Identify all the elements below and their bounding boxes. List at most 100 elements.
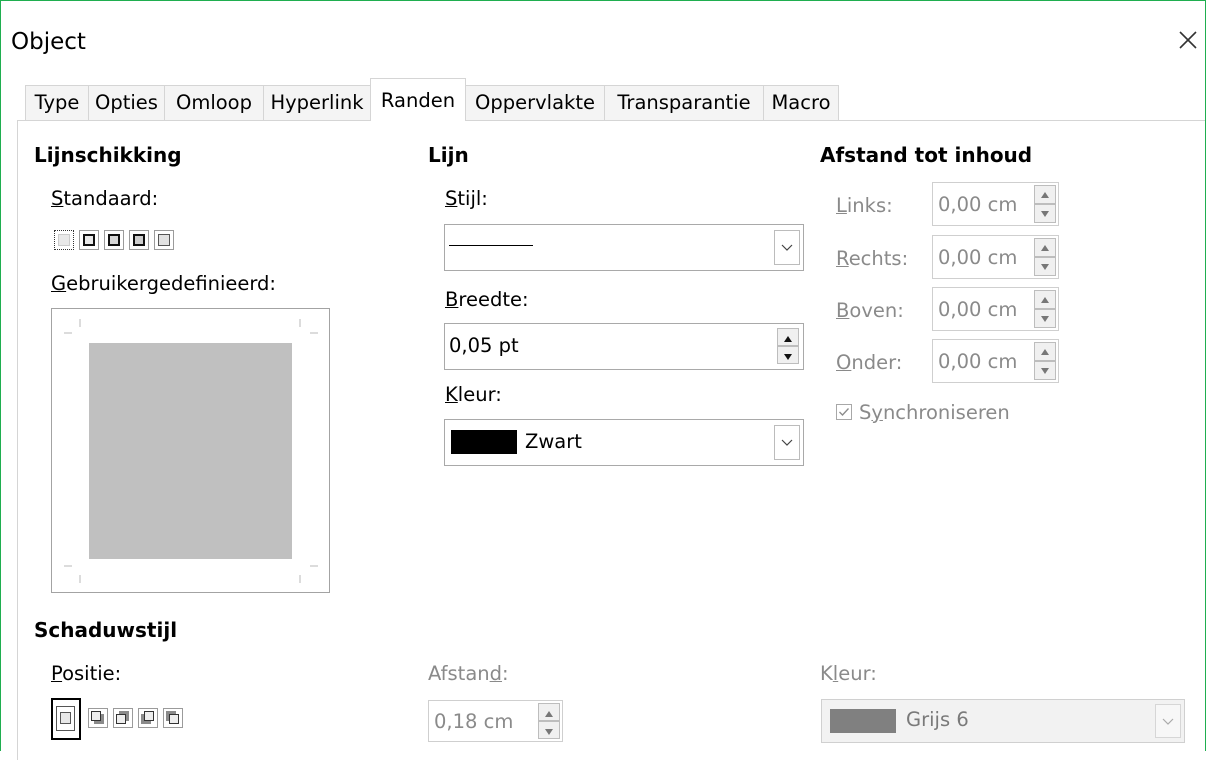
shadow-distance-text: : xyxy=(502,662,509,685)
shadow-bl-glyph xyxy=(144,711,154,721)
user-defined-label-text: ebruikergedefinieerd: xyxy=(66,272,276,295)
spacing-bottom-mnemonic: O xyxy=(836,351,852,374)
tab-macro[interactable]: Macro xyxy=(763,85,839,120)
line-color-label: Kleur: xyxy=(445,382,502,408)
spacing-heading: Afstand tot inhoud xyxy=(820,143,1033,167)
spacing-bottom-increment[interactable] xyxy=(1034,342,1056,361)
shadow-position-text: ositie: xyxy=(62,662,122,685)
spin-down-icon xyxy=(1041,368,1049,374)
preset-outer[interactable] xyxy=(79,230,99,250)
shadow-distance-mnemonic: d xyxy=(489,662,503,685)
line-width-field[interactable]: 0,05 pt xyxy=(444,323,804,370)
spacing-left-mnemonic: L xyxy=(836,194,847,217)
dialog-title: Object xyxy=(11,29,86,55)
chevron-down-icon xyxy=(1162,718,1174,725)
spin-up-icon xyxy=(1041,297,1049,303)
spin-down-icon xyxy=(1041,316,1049,322)
shadow-distance-label: Afstand: xyxy=(428,661,509,687)
width-label: Breedte: xyxy=(445,287,529,313)
shadow-color-swatch xyxy=(830,709,896,733)
shadow-preset-top-right[interactable] xyxy=(113,708,133,728)
line-arrangement-heading: Lijnschikking xyxy=(34,143,182,167)
spin-up-icon xyxy=(1041,192,1049,198)
tab-transparantie[interactable]: Transparantie xyxy=(604,85,764,120)
tab-type[interactable]: Type xyxy=(25,85,89,120)
shadow-distance-increment[interactable] xyxy=(538,703,560,721)
preset-outer-inner-glyph xyxy=(108,234,120,246)
line-width-spinner xyxy=(777,328,799,365)
line-color-label-text: leur: xyxy=(457,383,502,406)
spin-up-icon xyxy=(784,336,792,342)
user-defined-label: Gebruikergedefinieerd: xyxy=(51,271,276,297)
shadow-color-pre: K xyxy=(820,662,833,685)
shadow-color-dropdown[interactable]: Grijs 6 xyxy=(821,699,1185,743)
synchronize-label-mnemonic: y xyxy=(871,401,883,424)
shadow-distance-field[interactable]: 0,18 cm xyxy=(428,700,563,742)
spacing-right-text: echts: xyxy=(848,247,909,270)
preset-outer-no-inner[interactable] xyxy=(154,230,174,250)
shadow-distance-decrement[interactable] xyxy=(538,721,560,739)
line-width-increment[interactable] xyxy=(777,328,799,346)
line-color-value: Zwart xyxy=(525,430,582,453)
shadow-distance-pre: Afstan xyxy=(428,662,490,685)
spacing-left-text: inks: xyxy=(846,194,893,217)
spacing-right-spinner xyxy=(1034,238,1056,276)
spin-up-icon xyxy=(1041,349,1049,355)
spacing-top-decrement[interactable] xyxy=(1034,309,1056,328)
spacing-bottom-decrement[interactable] xyxy=(1034,361,1056,380)
shadow-color-dropdown-button[interactable] xyxy=(1155,704,1181,738)
default-label-text: tandaard: xyxy=(63,187,159,210)
chevron-down-icon xyxy=(781,244,793,251)
line-color-swatch xyxy=(451,430,517,454)
tab-opties[interactable]: Opties xyxy=(88,85,165,120)
user-defined-border-preview[interactable] xyxy=(51,308,330,593)
spacing-left-value: 0,00 cm xyxy=(938,193,1018,216)
spacing-top-field[interactable]: 0,00 cm xyxy=(932,287,1059,331)
preset-all[interactable] xyxy=(129,230,149,250)
style-label-text: tijl: xyxy=(457,187,488,210)
spacing-right-decrement[interactable] xyxy=(1034,257,1056,276)
line-color-dropdown[interactable]: Zwart xyxy=(444,419,804,466)
tab-omloop[interactable]: Omloop xyxy=(164,85,264,120)
spacing-right-field[interactable]: 0,00 cm xyxy=(932,235,1059,279)
preset-outer-inner[interactable] xyxy=(104,230,124,250)
preset-none[interactable] xyxy=(54,230,74,250)
shadow-color-label: Kleur: xyxy=(820,661,877,687)
line-color-dropdown-button[interactable] xyxy=(774,425,800,460)
preset-all-glyph xyxy=(133,234,145,246)
spacing-bottom-field[interactable]: 0,00 cm xyxy=(932,339,1059,383)
spacing-left-decrement[interactable] xyxy=(1034,204,1056,223)
default-label: Standaard: xyxy=(51,186,158,212)
spacing-left-field[interactable]: 0,00 cm xyxy=(932,182,1059,226)
width-label-mnemonic: B xyxy=(445,288,459,311)
spin-down-icon xyxy=(784,354,792,360)
shadow-preset-top-left[interactable] xyxy=(163,708,183,728)
shadow-preset-none[interactable] xyxy=(51,698,81,740)
spacing-left-increment[interactable] xyxy=(1034,185,1056,204)
line-style-dropdown[interactable] xyxy=(444,224,804,271)
line-style-sample xyxy=(449,245,533,246)
tab-hyperlink[interactable]: Hyperlink xyxy=(263,85,371,120)
shadow-position-label: Positie: xyxy=(51,661,121,687)
tab-randen[interactable]: Randen xyxy=(370,78,466,121)
shadow-color-value: Grijs 6 xyxy=(906,708,969,731)
border-preview-area xyxy=(89,343,292,559)
shadow-heading: Schaduwstijl xyxy=(34,618,178,642)
spacing-top-increment[interactable] xyxy=(1034,290,1056,309)
spin-down-icon xyxy=(1041,211,1049,217)
shadow-preset-bottom-right[interactable] xyxy=(88,708,108,728)
close-icon[interactable] xyxy=(1176,28,1200,52)
spacing-top-label: Boven: xyxy=(836,298,904,324)
spacing-bottom-value: 0,00 cm xyxy=(938,350,1018,373)
line-width-decrement[interactable] xyxy=(777,346,799,364)
shadow-br-glyph xyxy=(91,711,101,721)
shadow-position-mnemonic: P xyxy=(51,662,63,685)
line-style-dropdown-button[interactable] xyxy=(774,230,800,265)
style-label-mnemonic: S xyxy=(445,187,458,210)
shadow-tr-glyph xyxy=(116,714,126,724)
shadow-distance-spinner xyxy=(538,703,560,739)
shadow-preset-bottom-left[interactable] xyxy=(138,708,158,728)
spin-up-icon xyxy=(545,711,553,717)
tab-oppervlakte[interactable]: Oppervlakte xyxy=(465,85,605,120)
spacing-right-increment[interactable] xyxy=(1034,238,1056,257)
